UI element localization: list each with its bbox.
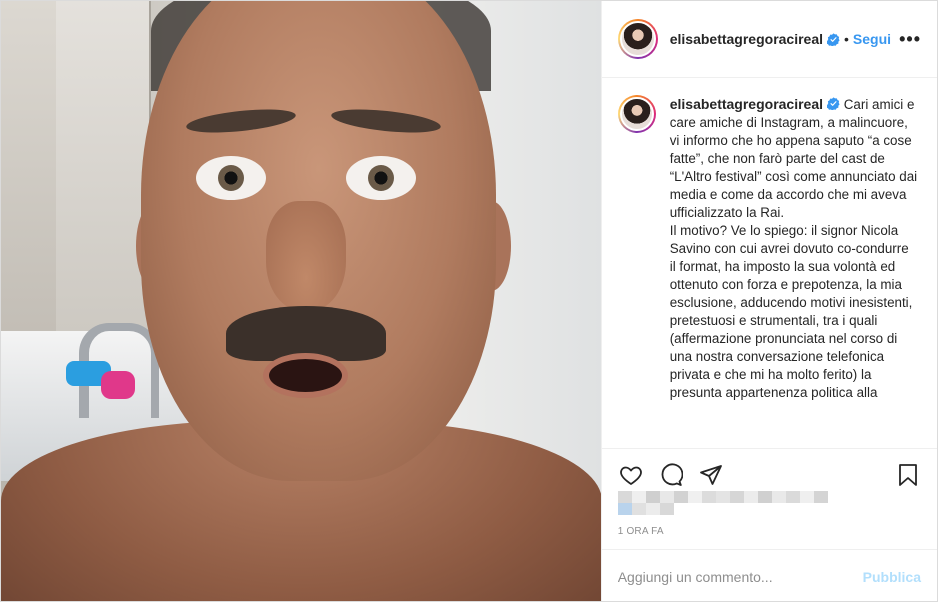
heart-icon[interactable]: [618, 462, 644, 488]
photo-eye: [346, 156, 416, 200]
post-header: elisabettagregoracireal • Segui •••: [601, 1, 937, 78]
photo-background: [56, 1, 151, 331]
likes-row-blurred: [617, 491, 828, 503]
photo-nose: [266, 201, 346, 311]
caption-row: elisabettagregoracireal Cari amici e car…: [617, 95, 921, 402]
post-timestamp[interactable]: 1 ORA FA: [618, 526, 664, 537]
comment-icon[interactable]: [658, 462, 684, 488]
instagram-post: elisabettagregoracireal • Segui ••• elis…: [0, 0, 938, 602]
photo-object: [101, 371, 135, 399]
caption-area[interactable]: elisabettagregoracireal Cari amici e car…: [602, 79, 937, 447]
caption-text: elisabettagregoracireal Cari amici e car…: [670, 95, 918, 402]
comment-input[interactable]: [617, 568, 863, 585]
comment-bar: Pubblica: [601, 549, 937, 602]
likes-row-blurred: [617, 503, 674, 515]
caption-paragraph-2: Il motivo? Ve lo spiego: il signor Nicol…: [669, 223, 913, 400]
follow-button[interactable]: Segui: [853, 31, 891, 47]
more-options-icon[interactable]: •••: [899, 29, 921, 50]
verified-badge-icon: [827, 97, 840, 110]
header-separator: •: [844, 31, 849, 47]
caption-paragraph-1: Cari amici e care amiche di Instagram, a…: [669, 97, 918, 220]
bookmark-icon[interactable]: [895, 462, 921, 488]
caption-avatar[interactable]: [617, 95, 656, 133]
profile-avatar[interactable]: [617, 19, 658, 59]
header-username[interactable]: elisabettagregoracireal: [670, 31, 823, 47]
photo-mouth: [263, 353, 348, 398]
caption-username[interactable]: elisabettagregoracireal: [670, 96, 823, 112]
caption-paragraph: elisabettagregoracireal Cari amici e car…: [670, 95, 918, 222]
share-icon[interactable]: [698, 462, 724, 488]
verified-badge-icon: [827, 32, 840, 46]
post-photo[interactable]: [1, 1, 601, 601]
publish-button[interactable]: Pubblica: [863, 569, 921, 585]
post-side-panel: elisabettagregoracireal • Segui ••• elis…: [600, 1, 937, 602]
photo-eye: [196, 156, 266, 200]
